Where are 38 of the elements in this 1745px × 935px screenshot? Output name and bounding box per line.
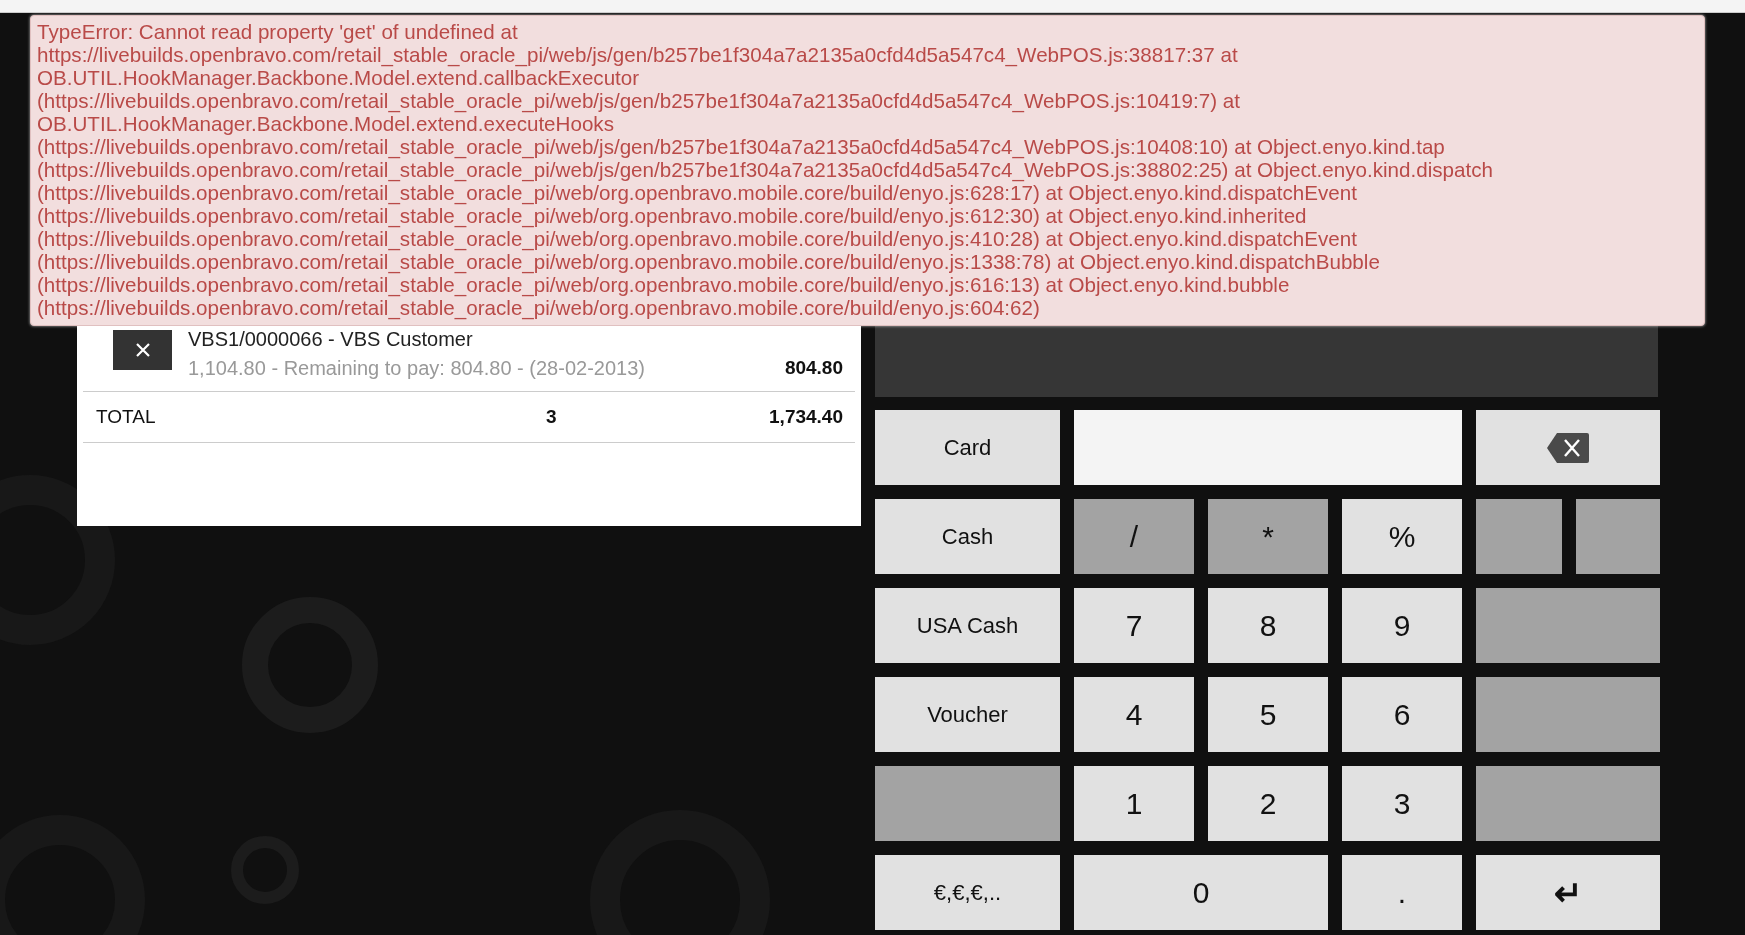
blank-key[interactable]: [875, 766, 1060, 841]
backspace-button[interactable]: [1476, 410, 1660, 485]
remove-button[interactable]: [113, 330, 172, 370]
keypad-key[interactable]: 6: [1342, 677, 1462, 752]
blank-key[interactable]: [1476, 766, 1660, 841]
keypad-key[interactable]: 7: [1074, 588, 1194, 663]
blank-key[interactable]: [1476, 677, 1660, 752]
keypad-key[interactable]: 4: [1074, 677, 1194, 752]
keypad-key[interactable]: 9: [1342, 588, 1462, 663]
keypad-key[interactable]: 1: [1074, 766, 1194, 841]
payment-method-button[interactable]: Cash: [875, 499, 1060, 574]
order-title: VBS1/0000066 - VBS Customer: [188, 328, 474, 351]
keypad-key[interactable]: 0: [1074, 855, 1328, 930]
keypad-key[interactable]: %: [1342, 499, 1462, 574]
blank-key[interactable]: [1576, 499, 1660, 574]
total-label: TOTAL: [96, 406, 157, 428]
keypad-key[interactable]: .: [1342, 855, 1462, 930]
operator-key[interactable]: /: [1074, 499, 1194, 574]
order-detail: 1,104.80 - Remaining to pay: 804.80 - (28-02-2013): [188, 357, 646, 380]
total-count: 3: [546, 406, 558, 428]
blank-key[interactable]: [1476, 588, 1660, 663]
keypad-key[interactable]: 2: [1208, 766, 1328, 841]
enter-key[interactable]: ↵: [1476, 855, 1660, 930]
keypad-key[interactable]: 3: [1342, 766, 1462, 841]
payment-method-button[interactable]: €,€,€,..: [875, 855, 1060, 930]
keypad-key[interactable]: 5: [1208, 677, 1328, 752]
amount-input-field[interactable]: [1074, 410, 1462, 485]
operator-key[interactable]: *: [1208, 499, 1328, 574]
payment-method-button[interactable]: Voucher: [875, 677, 1060, 752]
payment-method-button[interactable]: USA Cash: [875, 588, 1060, 663]
close-icon: [134, 342, 151, 358]
total-amount: 1,734.40: [769, 406, 843, 428]
keypad-key[interactable]: 8: [1208, 588, 1328, 663]
blank-key[interactable]: [1476, 499, 1562, 574]
payment-method-button[interactable]: Card: [875, 410, 1060, 485]
error-message: TypeError: Cannot read property 'get' of undefined at https://livebuilds.openbravo.com/retail_stable_oracle_pi/web/js/gen/b257be1f304a7a2135a0cfd4d5a547c4_WebPOS.js:38817:37 at OB.UTIL.HookManager.Backbone.Model.extend.callbackExecutor (https://livebuilds.openbravo.com/retail_stable_oracle_pi/web/js/gen/b257be1f304a7a2135a0cfd4d5a547c4_WebPOS.js:10419:7) at OB.UTIL.HookManager.Backbone.Model.extend.executeHooks (https://livebuilds.openbravo.com/retail_stable_oracle_pi/web/js/gen/b257be1f304a7a2135a0cfd4d5a547c4_WebPOS.js:10408:10) at Object.enyo.kind.tap (https://livebuilds.openbravo.com/retail_stable_oracle_pi/web/js/gen/b257be1f304a7a2135a0cfd4d5a547c4_WebPOS.js:38802:25) at Object.enyo.kind.dispatch (https://livebuilds.openbravo.com/retail_stable_oracle_pi/web/org.openbravo.mobile.core/build/enyo.js:628:17) at Object.enyo.kind.dispatchEvent (https://livebuilds.openbravo.com/retail_stable_oracle_pi/web/org.openbravo.mobile.core/build/enyo.js:612:30) at Object.enyo.kind.inherited (https://livebuilds.openbravo.com/retail_stable_oracle_pi/web/org.openbravo.mobile.core/build/enyo.js:410:28) at Object.enyo.kind.dispatchEvent (https://livebuilds.openbravo.com/retail_stable_oracle_pi/web/org.openbravo.mobile.core/build/enyo.js:1338:78) at Object.enyo.kind.dispatchBubble (https://livebuilds.openbravo.com/retail_stable_oracle_pi/web/org.openbravo.mobile.core/build/enyo.js:616:13) at Object.enyo.kind.bubble (https://livebuilds.openbravo.com/retail_stable_oracle_pi/web/org.openbravo.mobile.core/build/enyo.js:604:62): [30, 15, 1705, 326]
backspace-icon: [1547, 432, 1589, 463]
order-amount: 804.80: [784, 357, 843, 379]
